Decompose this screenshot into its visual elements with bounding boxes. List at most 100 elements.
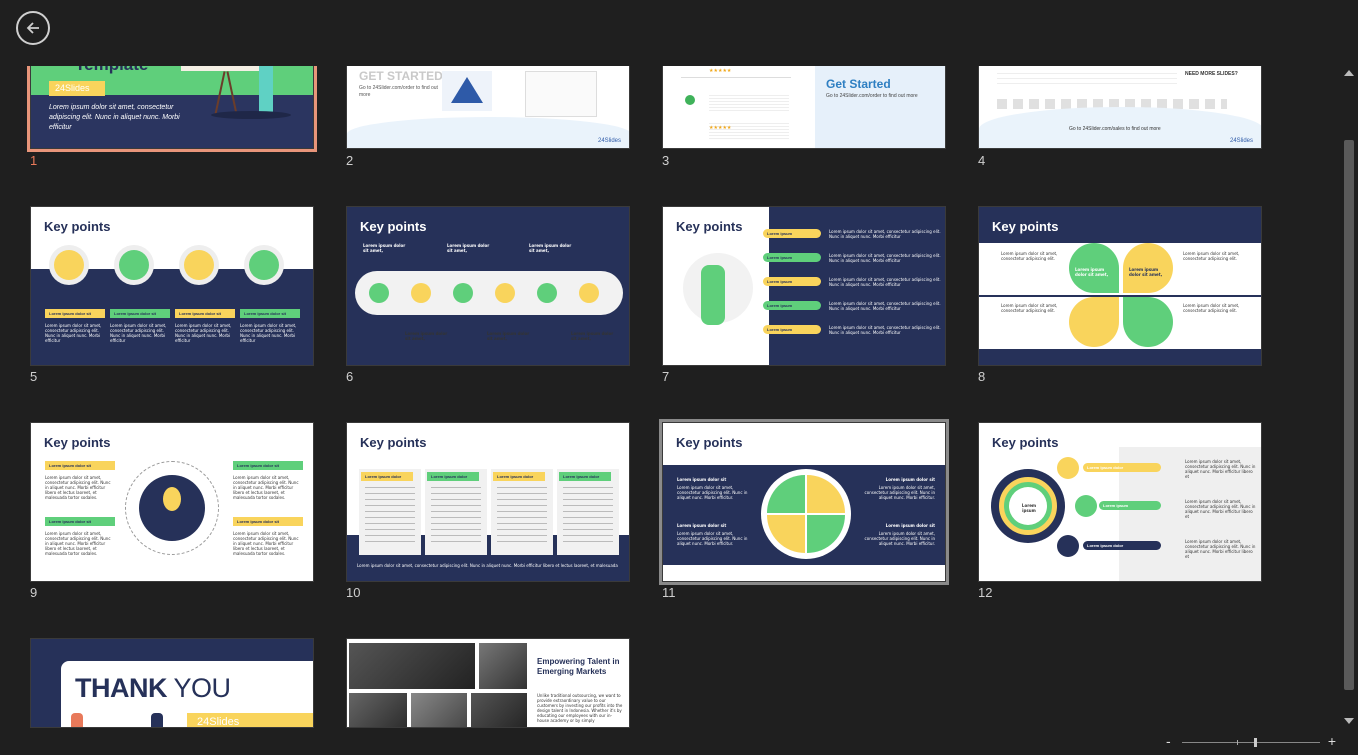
item-text: Lorem ipsum dolor sit amet, consectetur …	[829, 277, 941, 287]
slide-title: THANK YOU	[75, 673, 231, 703]
quadrant-label: Lorem ipsum dolor sit	[677, 523, 727, 528]
star-rating: ★★★★★	[709, 68, 732, 74]
point-text: Lorem ipsum dolor sit amet, consectetur …	[175, 323, 232, 343]
slide-number: 8	[978, 369, 986, 384]
quadrant-text: Lorem ipsum dolor sit amet, consectetur …	[677, 485, 748, 500]
slide-number: 3	[662, 153, 670, 168]
brand-logo: 24Slides	[1229, 138, 1253, 144]
photo	[411, 693, 467, 727]
point-text: Lorem ipsum dolor sit amet, consectetur …	[233, 475, 299, 500]
point-label: Lorem ipsum dolor sit amet,	[487, 331, 530, 341]
slide-thumbnail-5[interactable]: Key points Lorem ipsum dolor sit Lorem i…	[30, 206, 314, 366]
quadrant-label: Lorem ipsum dolor sit	[885, 477, 935, 482]
slide-title: Key points	[44, 435, 111, 450]
quadrant-text: Lorem ipsum dolor sit amet, consectetur …	[677, 531, 748, 546]
photo	[471, 693, 527, 727]
zoom-out-button[interactable]: -	[1166, 733, 1171, 749]
point-label: Lorem ipsum dolor sit amet,	[363, 243, 406, 253]
slide-number: 12	[978, 585, 993, 600]
quadrant-label: Lorem ipsum dolor sit amet,	[1075, 267, 1109, 277]
slide-thumbnail-4[interactable]: NEED MORE SLIDES? Go to 24Slider.com/sal…	[978, 66, 1262, 149]
slide-sorter-grid: Template 24Slides Lorem ipsum dolor sit …	[0, 66, 1340, 728]
scroll-up-icon[interactable]	[1344, 70, 1354, 76]
slide-body: Unlike traditional outsourcing, we want …	[537, 693, 623, 723]
scroll-thumb[interactable]	[1344, 140, 1354, 690]
point-text: Lorem ipsum dolor sit amet, consectetur …	[110, 323, 167, 343]
slide-thumbnail-8[interactable]: Key points Lorem ipsum dolor sit amet, L…	[978, 206, 1262, 366]
zoom-slider-track[interactable]	[1182, 742, 1320, 743]
point-label: Lorem ipsum dolor sit	[110, 309, 170, 318]
point-text: Lorem ipsum dolor sit amet, consectetur …	[45, 323, 102, 343]
slide-title: Key points	[676, 219, 743, 234]
photo	[349, 643, 475, 689]
point-text: Lorem ipsum dolor sit amet, consectetur …	[233, 531, 299, 556]
quadrant-label: Lorem ipsum dolor sit	[677, 477, 727, 482]
slide-number: 4	[978, 153, 986, 168]
person-illustration	[701, 265, 725, 325]
slide-thumbnail-3[interactable]: ★★★★★ ★★★★★ Get Started Go to 24Slider.c…	[662, 66, 946, 149]
zoom-control: - +	[1166, 733, 1336, 749]
branch-label: Lorem ipsum	[1099, 501, 1161, 510]
photo	[479, 643, 527, 689]
slide-thumbnail-2[interactable]: GET STARTED Go to 24Slider.com/order to …	[346, 66, 630, 149]
slide-footer-text: Lorem ipsum dolor sit amet, consectetur …	[357, 563, 619, 568]
point-label: Lorem ipsum dolor sit	[45, 309, 105, 318]
slide-title: Key points	[360, 219, 427, 234]
item-text: Lorem ipsum dolor sit amet, consectetur …	[829, 325, 941, 335]
back-button[interactable]	[16, 11, 50, 45]
slide-thumbnail-9[interactable]: Key points Lorem ipsum dolor sit Lorem i…	[30, 422, 314, 582]
arrow-left-icon	[26, 22, 39, 34]
point-label: Lorem ipsum dolor sit amet,	[529, 243, 572, 253]
point-label: Lorem ipsum dolor sit amet,	[405, 331, 448, 341]
slide-thumbnail-7[interactable]: Key points Lorem ipsum Lorem ipsum Lorem…	[662, 206, 946, 366]
slide-thumbnail-13[interactable]: THANK YOU 24Slides	[30, 638, 314, 728]
avatar	[685, 95, 695, 105]
slide-number: 10	[346, 585, 361, 600]
zoom-slider-thumb[interactable]	[1254, 738, 1257, 747]
column-label: Lorem ipsum dolor	[427, 472, 479, 481]
point-label: Lorem ipsum dolor sit	[233, 517, 303, 526]
slide-body: Go to 24Slider.com/order to find out mor…	[826, 93, 918, 99]
slide-number: 6	[346, 369, 354, 384]
slide-thumbnail-14[interactable]: Empowering Talent in Emerging Markets Un…	[346, 638, 630, 728]
slide-number: 7	[662, 369, 670, 384]
slide-thumbnail-10[interactable]: Key points Lorem ipsum dolor Lorem ipsum…	[346, 422, 630, 582]
point-text: Lorem ipsum dolor sit amet, consectetur …	[240, 323, 297, 343]
point-label: Lorem ipsum dolor sit amet,	[571, 331, 614, 341]
item-label: Lorem ipsum	[763, 229, 821, 238]
brand-logo: 24Slides	[49, 81, 105, 96]
slide-thumbnail-6[interactable]: Key points Lorem ipsum dolor sit amet, L…	[346, 206, 630, 366]
brand-logo: 24Slides	[187, 713, 313, 727]
slide-body: Lorem ipsum dolor sit amet, consectetur …	[49, 104, 180, 131]
slide-body: Go to 24Slider.com/order to find out mor…	[359, 85, 438, 98]
slide-title: Get Started	[826, 77, 891, 91]
quadrant-text: Lorem ipsum dolor sit amet, consectetur …	[864, 485, 935, 500]
slide-number: 9	[30, 585, 38, 600]
slide-title: Key points	[44, 219, 111, 234]
column-label: Lorem ipsum dolor	[493, 472, 545, 481]
item-label: Lorem ipsum	[763, 253, 821, 262]
point-text: Lorem ipsum dolor sit amet, consectetur …	[45, 531, 111, 556]
zoom-in-button[interactable]: +	[1328, 733, 1336, 749]
item-text: Lorem ipsum dolor sit amet, consectetur …	[829, 301, 941, 311]
slide-number: 2	[346, 153, 354, 168]
slide-thumbnail-1[interactable]: Template 24Slides Lorem ipsum dolor sit …	[27, 66, 317, 152]
item-label: Lorem ipsum	[763, 277, 821, 286]
branch-text: Lorem ipsum dolor sit amet, consectetur …	[1185, 499, 1256, 519]
scroll-down-icon[interactable]	[1344, 718, 1354, 724]
point-label: Lorem ipsum dolor sit	[240, 309, 300, 318]
slide-number: 1	[30, 153, 38, 168]
quadrant-text: Lorem ipsum dolor sit amet, consectetur …	[1183, 303, 1240, 313]
vertical-scrollbar[interactable]	[1340, 66, 1358, 728]
item-text: Lorem ipsum dolor sit amet, consectetur …	[829, 229, 941, 239]
column-label: Lorem ipsum dolor	[559, 472, 611, 481]
quadrant-label: Lorem ipsum dolor sit amet,	[1129, 267, 1163, 277]
quadrant-label: Lorem ipsum dolor sit	[885, 523, 935, 528]
quadrant-text: Lorem ipsum dolor sit amet, consectetur …	[864, 531, 935, 546]
item-label: Lorem ipsum	[763, 301, 821, 310]
easel-illustration	[181, 66, 271, 71]
slide-thumbnail-12[interactable]: Key points Lorem ipsum Lorem ipsum dolor…	[978, 422, 1262, 582]
slide-title: NEED MORE SLIDES?	[1185, 71, 1238, 77]
slide-number: 5	[30, 369, 38, 384]
slide-thumbnail-11[interactable]: Key points Lorem ipsum dolor sit Lorem i…	[659, 419, 949, 585]
